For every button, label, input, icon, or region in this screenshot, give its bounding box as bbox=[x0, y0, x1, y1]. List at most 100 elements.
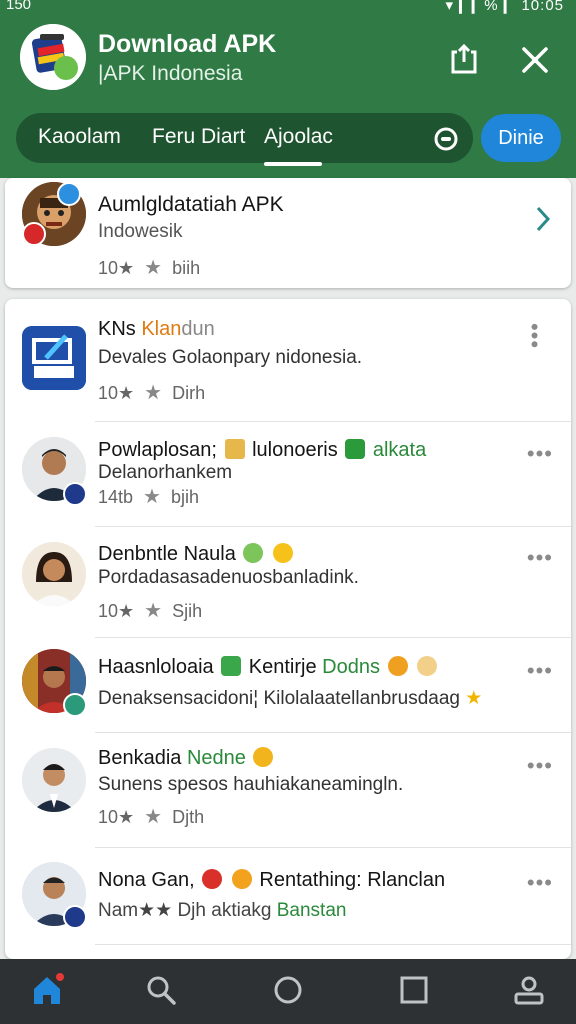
square-nav-icon[interactable] bbox=[397, 973, 431, 1007]
meta-text: Dirh bbox=[172, 383, 206, 403]
meta-text: bjih bbox=[170, 487, 200, 507]
meta-text: biih bbox=[172, 258, 201, 278]
title-suffix: dun bbox=[181, 318, 215, 340]
check-icon bbox=[221, 656, 242, 676]
app-list: KNs Klandun Devales Golaonpary nidonesia… bbox=[5, 299, 571, 959]
profile-icon[interactable] bbox=[512, 973, 546, 1007]
meta-text: Sjih bbox=[172, 601, 203, 621]
app-description: Sunens spesos hauhiakaneamingln. bbox=[98, 774, 404, 795]
status-badge bbox=[22, 222, 46, 246]
title-accent: Klan bbox=[141, 318, 182, 340]
page-title: Download APK bbox=[98, 30, 277, 58]
rating-count: 10★ bbox=[98, 258, 135, 278]
app-meta: 10★ ★ Djth bbox=[98, 804, 204, 829]
smile-icon bbox=[273, 543, 293, 563]
star-accent-icon: ★ bbox=[465, 688, 483, 709]
rating-count: 10★ bbox=[98, 383, 135, 403]
title-text: KNs bbox=[98, 318, 142, 340]
food-icon bbox=[417, 656, 438, 676]
title-accent: alkata bbox=[372, 439, 427, 461]
app-description: Delanorhankem bbox=[98, 462, 233, 483]
tab-feru-diart[interactable]: Feru Diart bbox=[152, 125, 245, 149]
title-suffix: Rentathing: Rlanclan bbox=[259, 869, 446, 891]
more-horiz-icon[interactable]: ••• bbox=[527, 545, 553, 571]
more-horiz-icon[interactable]: ••• bbox=[527, 870, 553, 896]
box-icon bbox=[224, 439, 245, 459]
divider bbox=[95, 526, 571, 527]
avatar bbox=[22, 748, 86, 812]
featured-app-meta: 10★ ★ biih bbox=[98, 255, 200, 280]
done-button[interactable]: Dinie bbox=[481, 114, 561, 162]
featured-app-subtitle: Indowesik bbox=[98, 221, 183, 242]
featured-app-card[interactable]: Aumlgldatatiah APK Indowesik 10★ ★ biih bbox=[5, 178, 571, 288]
verified-badge bbox=[63, 905, 87, 929]
page-subtitle: |APK Indonesia bbox=[98, 62, 243, 85]
star-icon: ★ bbox=[144, 257, 163, 279]
description-accent: Banstan bbox=[276, 900, 347, 921]
rating-count: 10★ bbox=[98, 601, 135, 621]
verified-badge bbox=[63, 482, 87, 506]
title-text: Powlaplosan; bbox=[98, 439, 217, 461]
more-horiz-icon[interactable]: ••• bbox=[527, 658, 553, 684]
rating-count: 14tb bbox=[98, 487, 134, 507]
featured-app-title: Aumlgldatatiah APK bbox=[98, 193, 284, 216]
app-title: Denbntle Naula bbox=[98, 543, 295, 566]
app-description: Devales Golaonpary nidonesia. bbox=[98, 347, 363, 368]
title-text: Denbntle Naula bbox=[98, 543, 236, 565]
rating-count: 10★ bbox=[98, 807, 135, 827]
verified-badge bbox=[57, 182, 81, 206]
status-time: 150 bbox=[6, 0, 32, 13]
badge-red-icon bbox=[202, 869, 223, 889]
tab-bar: Kaoolam Feru Diart Ajoolac bbox=[16, 113, 473, 163]
status-badge bbox=[63, 693, 87, 717]
title-accent: Dodns bbox=[322, 656, 380, 678]
divider bbox=[95, 944, 571, 945]
app-meta: 10★ ★ Sjih bbox=[98, 598, 202, 623]
star-icon: ★ bbox=[143, 486, 161, 508]
app-description: Nam★★ Djh aktiakg Banstan bbox=[98, 899, 346, 922]
search-icon[interactable] bbox=[144, 973, 178, 1007]
title-mid: Kentirje bbox=[248, 656, 317, 678]
meta-text: Djth bbox=[172, 807, 205, 827]
status-indicators: ▾ ▎▎% ▎ 10:05 bbox=[445, 0, 564, 14]
active-tab-indicator bbox=[264, 162, 322, 166]
tab-kaoolam[interactable]: Kaoolam bbox=[38, 125, 121, 149]
close-icon[interactable] bbox=[517, 42, 553, 78]
app-title: Powlaplosan; lulonoeris alkata bbox=[98, 439, 426, 462]
app-logo bbox=[20, 24, 86, 90]
more-horiz-icon[interactable]: ••• bbox=[527, 753, 553, 779]
app-meta: 10★ ★ Dirh bbox=[98, 380, 205, 405]
more-horiz-icon[interactable]: ••• bbox=[527, 441, 553, 467]
smile-green-icon bbox=[243, 543, 264, 563]
star-icon: ★ bbox=[144, 382, 163, 404]
divider bbox=[95, 421, 571, 422]
divider bbox=[95, 732, 571, 733]
share-icon[interactable] bbox=[446, 42, 482, 78]
app-title: Haasnloloaia Kentirje Dodns bbox=[98, 656, 439, 679]
divider bbox=[95, 847, 571, 848]
app-title: Benkadia Nedne bbox=[98, 747, 275, 770]
description-text: Denaksensacidoni¦ Kilolalaatellanbrusdaa… bbox=[98, 688, 460, 709]
chat-icon[interactable] bbox=[433, 126, 459, 152]
emoji-icon bbox=[231, 869, 252, 889]
title-text: Benkadia bbox=[98, 747, 182, 769]
description-text: Nam★★ Djh aktiakg bbox=[98, 900, 272, 921]
emoji-icon bbox=[253, 747, 274, 767]
app-header: 150 ▾ ▎▎% ▎ 10:05 Download APK |APK Indo… bbox=[0, 0, 576, 178]
star-icon: ★ bbox=[144, 600, 163, 622]
more-vert-icon[interactable]: ••• bbox=[521, 323, 547, 349]
tab-ajoolac[interactable]: Ajoolac bbox=[264, 125, 333, 149]
avatar bbox=[22, 542, 86, 606]
home-icon[interactable] bbox=[30, 973, 64, 1007]
divider bbox=[95, 637, 571, 638]
circle-nav-icon[interactable] bbox=[271, 973, 305, 1007]
app-title: KNs Klandun bbox=[98, 318, 215, 341]
chat-badge-icon bbox=[345, 439, 366, 459]
bottom-nav bbox=[0, 959, 576, 1024]
app-description: Denaksensacidoni¦ Kilolalaatellanbrusdaa… bbox=[98, 687, 482, 710]
title-mid: lulonoeris bbox=[252, 439, 338, 461]
app-title: Nona Gan, Rentathing: Rlanclan bbox=[98, 869, 445, 892]
status-bar: 150 ▾ ▎▎% ▎ 10:05 bbox=[0, 0, 576, 18]
chevron-right-icon[interactable] bbox=[533, 204, 553, 239]
app-icon bbox=[22, 326, 86, 390]
